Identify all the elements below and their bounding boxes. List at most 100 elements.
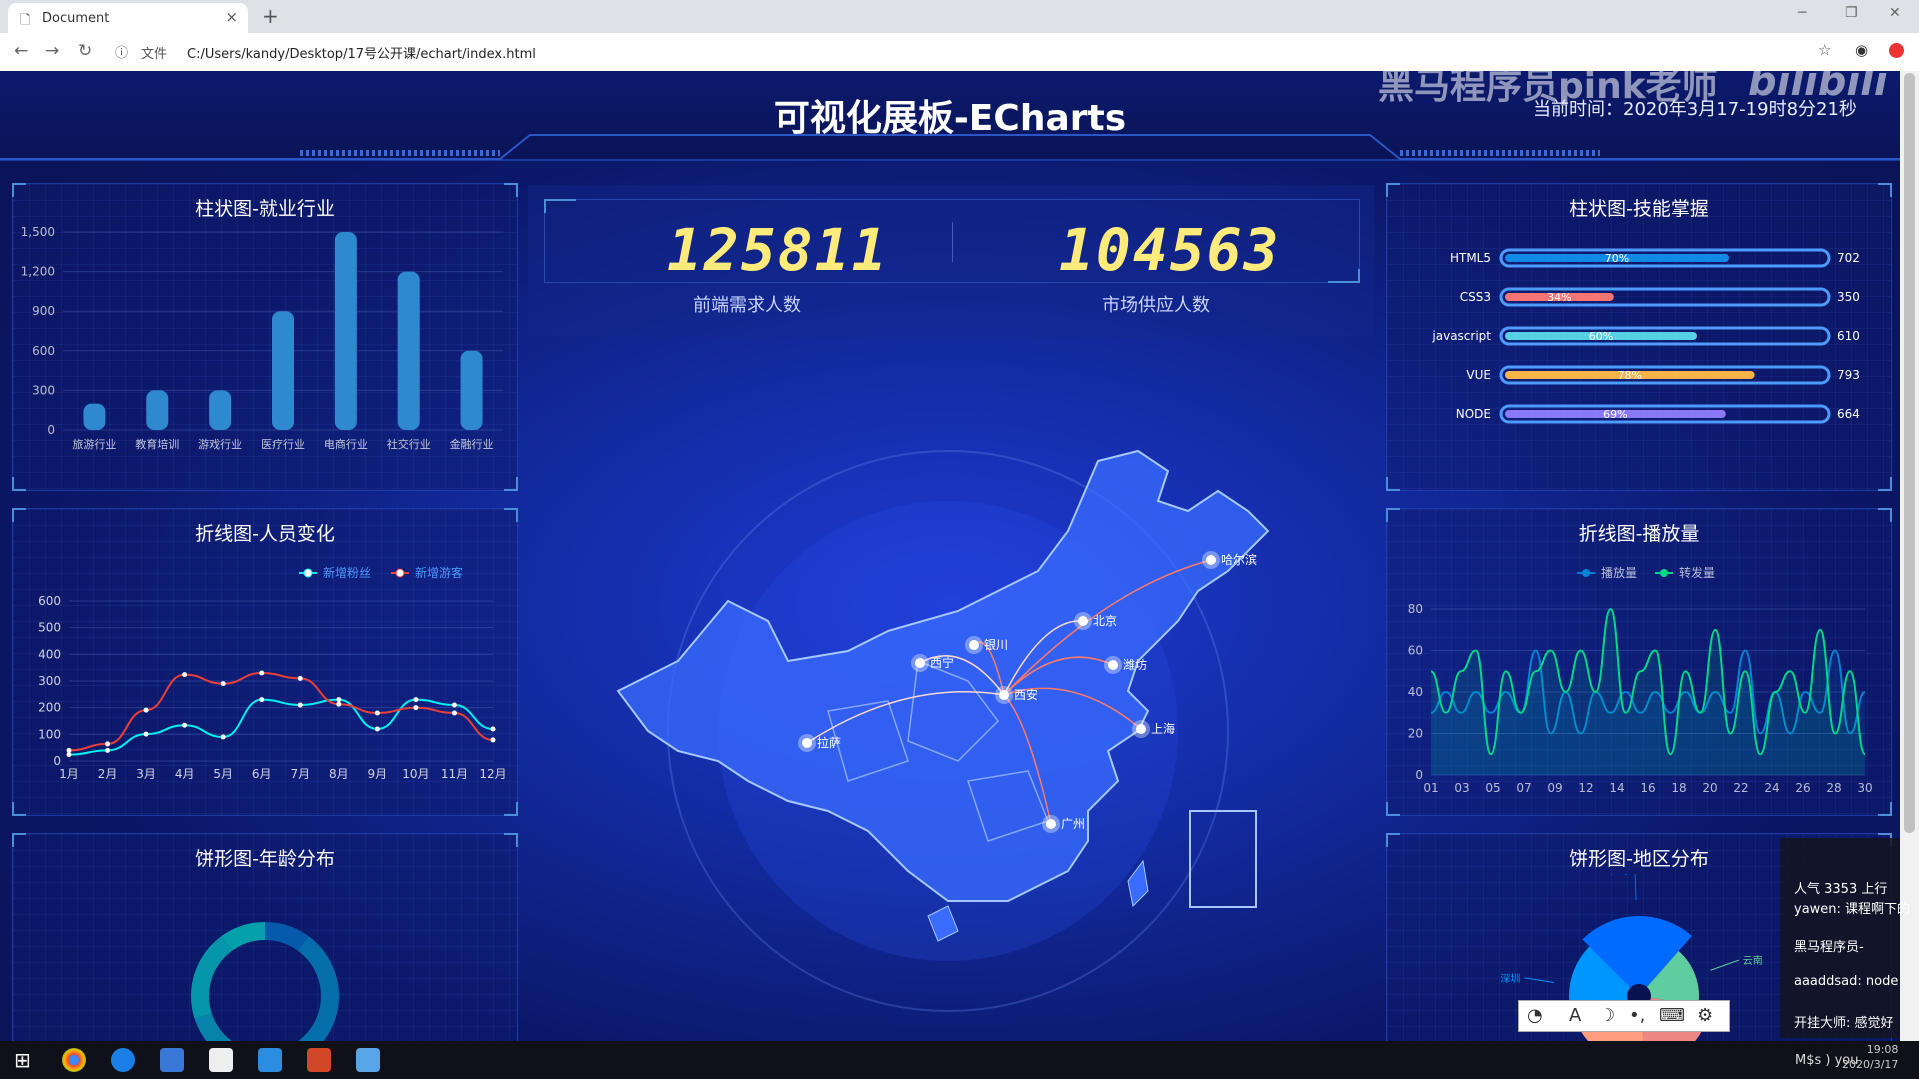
data-point — [220, 734, 226, 740]
panel-pie-age: 饼形图-年龄分布 — [12, 833, 518, 1041]
bar — [83, 403, 106, 430]
y-tick-label: 100 — [38, 727, 61, 741]
x-tick-label: 07 — [1516, 781, 1531, 795]
keyboard-icon[interactable]: ⌨ — [1659, 1005, 1685, 1026]
reload-icon[interactable]: ↻ — [78, 41, 92, 61]
y-tick-label: 40 — [1408, 685, 1423, 699]
data-point — [259, 670, 265, 676]
ime-toolbar[interactable]: ◔ A ☽ •, ⌨ ⚙ — [1518, 1000, 1730, 1032]
address-scheme-label: 文件 — [141, 47, 168, 62]
chat-line: yawen: 课程啊下的 — [1794, 902, 1911, 917]
panel-bar-industry: 柱状图-就业行业 0 300 600 900 1,200 1,500 旅游行业 教育培训 游戏行… — [12, 183, 518, 491]
page-scrollbar[interactable] — [1900, 71, 1919, 1041]
city-label: 上海 — [1151, 721, 1175, 736]
current-time: 当前时间：2020年3月17-19时8分21秒 — [1533, 99, 1857, 120]
skill-label: CSS3 — [1460, 290, 1491, 304]
x-tick-label: 14 — [1609, 781, 1624, 795]
city-dot — [969, 640, 979, 650]
app-chart-icon[interactable] — [160, 1048, 184, 1072]
skill-total: 793 — [1837, 368, 1860, 382]
x-tick-label: 4月 — [175, 767, 195, 781]
label-line — [1710, 959, 1739, 971]
x-tick-label: 社交行业 — [387, 437, 431, 451]
gear-icon[interactable]: ⚙ — [1697, 1005, 1713, 1026]
powerpoint-icon[interactable] — [307, 1048, 331, 1072]
data-point — [490, 737, 496, 743]
tab-close-icon[interactable]: × — [225, 8, 238, 26]
bar — [146, 390, 169, 430]
x-tick-label: 7月 — [290, 767, 310, 781]
address-bar[interactable]: ⓘ 文件 C:/Users/kandy/Desktop/17号公开课/echar… — [115, 40, 1835, 64]
data-point — [220, 681, 226, 687]
legend-label: 新增游客 — [415, 565, 463, 580]
profile-icon[interactable]: ◉ — [1855, 41, 1868, 59]
document-icon: 🗋 — [20, 13, 31, 28]
url-text[interactable]: C:/Users/kandy/Desktop/17号公开课/echart/ind… — [187, 43, 536, 62]
ime-logo-icon[interactable]: ◔ — [1527, 1005, 1543, 1026]
new-tab-button[interactable]: + — [262, 4, 279, 28]
supply-label: 市场供应人数 — [1102, 295, 1210, 316]
scrollbar-thumb[interactable] — [1904, 73, 1915, 833]
x-tick-label: 05 — [1485, 781, 1500, 795]
back-icon[interactable]: ← — [14, 41, 28, 61]
chat-line: 黑马程序员- — [1794, 940, 1864, 955]
y-tick-label: 1,500 — [21, 225, 55, 239]
forward-icon[interactable]: → — [45, 41, 59, 61]
skill-total: 664 — [1837, 407, 1860, 421]
punctuation-icon[interactable]: •, — [1629, 1005, 1645, 1026]
y-tick-label: 300 — [38, 674, 61, 688]
demand-label: 前端需求人数 — [693, 295, 801, 316]
panel-title: 柱状图-就业行业 — [195, 198, 335, 220]
x-tick-label: 18 — [1671, 781, 1686, 795]
vscode-icon[interactable] — [258, 1048, 282, 1072]
skill-total: 702 — [1837, 251, 1860, 265]
x-tick-label: 12 — [1578, 781, 1593, 795]
ime-font-icon[interactable]: A — [1569, 1005, 1581, 1026]
legend-label: 转发量 — [1679, 565, 1715, 580]
app-k-icon[interactable] — [111, 1048, 135, 1072]
x-tick-label: 金融行业 — [450, 437, 494, 451]
windows-start-icon[interactable]: ⊞ — [14, 1048, 31, 1072]
demand-number: 125811 — [667, 216, 889, 284]
skill-label: NODE — [1456, 407, 1491, 421]
city-dot — [1046, 819, 1056, 829]
city-dot — [802, 738, 812, 748]
data-point — [490, 726, 496, 732]
extension-icon[interactable] — [1889, 43, 1904, 58]
data-point — [297, 702, 303, 708]
x-tick-label: 游戏行业 — [198, 438, 242, 451]
browser-tab[interactable]: 🗋 Document × — [8, 3, 248, 33]
y-tick-label: 500 — [38, 621, 61, 635]
system-clock[interactable]: 19:08 2020/3/17 — [1842, 1042, 1898, 1072]
data-point — [297, 675, 303, 681]
skill-bar-chart: HTML5 70% 702 CSS3 34% 350 javascript 60% 610 VUE… — [1431, 248, 1860, 424]
city-label: 西宁 — [930, 655, 954, 670]
x-tick-label: 30 — [1857, 781, 1872, 795]
legend-label: 播放量 — [1601, 565, 1637, 580]
label-line — [1634, 874, 1637, 901]
app-window-icon[interactable] — [356, 1048, 380, 1072]
data-point — [143, 707, 149, 713]
chat-line: aaaddsad: node — [1794, 974, 1899, 989]
star-icon[interactable]: ☆ — [1818, 41, 1831, 59]
minimize-icon[interactable]: ─ — [1798, 5, 1806, 21]
city-label: 西安 — [1014, 687, 1038, 702]
city-label: 广州 — [1061, 817, 1085, 831]
moon-icon[interactable]: ☽ — [1599, 1005, 1615, 1026]
typora-icon[interactable] — [209, 1048, 233, 1072]
x-tick-label: 09 — [1547, 781, 1562, 795]
x-tick-label: 01 — [1423, 781, 1438, 795]
panel-title: 饼形图-年龄分布 — [195, 848, 335, 870]
panel-line-people: 折线图-人员变化 新增粉丝 新增游客 0 100 200 300 400 500 600 1月 2月… — [12, 508, 518, 816]
panel-skill-bars: 柱状图-技能掌握 HTML5 70% 702 CSS3 34% 350 javascript… — [1386, 183, 1892, 491]
bar — [272, 311, 294, 430]
donut-slice — [194, 1013, 232, 1041]
x-tick-label: 1月 — [59, 767, 79, 781]
restore-icon[interactable]: ❐ — [1845, 5, 1858, 21]
chrome-icon[interactable] — [62, 1048, 86, 1072]
x-tick-label: 旅游行业 — [72, 437, 116, 451]
close-window-icon[interactable]: ✕ — [1889, 5, 1901, 21]
donut-slice — [297, 936, 339, 1041]
x-tick-label: 8月 — [329, 767, 349, 781]
panel-title: 折线图-播放量 — [1578, 523, 1700, 545]
